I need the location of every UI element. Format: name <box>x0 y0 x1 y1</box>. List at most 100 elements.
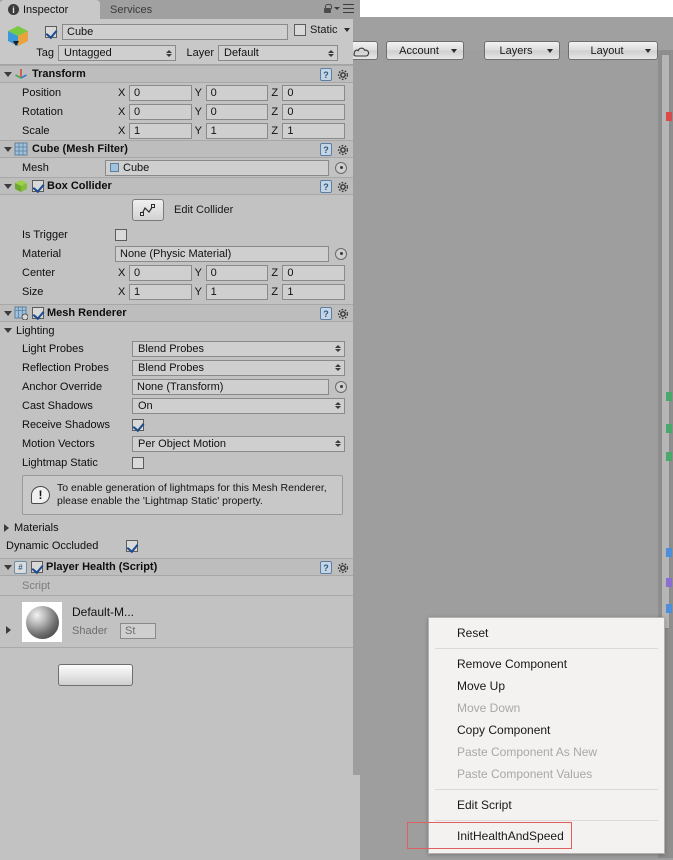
scroll-marker-blue-1 <box>666 548 672 557</box>
account-button[interactable]: Account <box>386 41 464 60</box>
material-preview-row: Default-M... Shader St <box>0 595 353 647</box>
size-x-field[interactable]: 1 <box>129 283 192 300</box>
component-header-box-collider[interactable]: Box Collider ? <box>0 177 353 195</box>
component-header-actions[interactable]: ? <box>320 307 349 320</box>
materials-foldout[interactable]: Materials <box>0 519 353 536</box>
tag-dropdown[interactable]: Untagged <box>58 45 176 61</box>
axis-y-label: Y <box>194 285 203 298</box>
help-icon[interactable]: ? <box>320 68 332 81</box>
lighting-foldout[interactable]: Lighting <box>0 322 353 339</box>
gear-icon[interactable] <box>337 308 349 320</box>
dynamic-occluded-checkbox[interactable] <box>126 539 138 552</box>
rotation-y-field[interactable]: 0 <box>205 103 269 120</box>
box-collider-enabled-checkbox[interactable] <box>32 180 44 192</box>
add-component-button[interactable] <box>58 664 133 686</box>
player-health-enabled-checkbox[interactable] <box>31 561 43 573</box>
physic-material-field[interactable]: None (Physic Material) <box>115 245 329 262</box>
menu-item-move-up[interactable]: Move Up <box>429 675 664 697</box>
layout-button[interactable]: Layout <box>568 41 658 60</box>
scale-z-field[interactable]: 1 <box>282 122 346 139</box>
chevron-down-icon[interactable] <box>343 28 350 32</box>
inspector-scrollbar-thumb[interactable] <box>661 54 670 629</box>
component-header-actions[interactable]: ? <box>320 180 349 193</box>
size-y-field[interactable]: 1 <box>205 283 269 300</box>
object-picker-icon[interactable] <box>335 161 347 174</box>
help-icon[interactable]: ? <box>320 180 332 193</box>
foldout-open-icon[interactable] <box>4 310 12 316</box>
menu-item-edit-script[interactable]: Edit Script <box>429 794 664 816</box>
light-probes-dropdown[interactable]: Blend Probes <box>132 340 345 357</box>
rotation-x-field[interactable]: 0 <box>129 103 192 120</box>
mesh-renderer-enabled-checkbox[interactable] <box>32 307 44 319</box>
foldout-open-icon[interactable] <box>4 71 12 77</box>
position-z-field[interactable]: 0 <box>282 84 346 101</box>
scale-y-value: 1 <box>210 124 217 137</box>
static-toggle[interactable]: Static <box>294 24 350 36</box>
gameobject-enabled-checkbox[interactable] <box>45 26 57 41</box>
component-context-menu[interactable]: Reset Remove Component Move Up Move Down Cop… <box>407 617 665 854</box>
help-icon[interactable]: ? <box>320 561 332 574</box>
shader-dropdown[interactable]: St <box>120 623 156 639</box>
vector3-field: X0Y0Z0 <box>115 84 353 101</box>
gameobject-name-field[interactable]: Cube <box>62 24 288 40</box>
tab-services[interactable]: Services <box>102 0 178 19</box>
axis-z-label: Z <box>271 285 279 298</box>
foldout-open-icon[interactable] <box>4 183 12 189</box>
component-header-actions[interactable]: ? <box>320 143 349 156</box>
receive-shadows-checkbox[interactable] <box>132 418 144 431</box>
center-z-field[interactable]: 0 <box>282 264 346 281</box>
rotation-z-field[interactable]: 0 <box>282 103 346 120</box>
lock-icon[interactable] <box>324 4 332 13</box>
component-title-player-health: Player Health (Script) <box>46 561 158 573</box>
component-header-mesh-renderer[interactable]: Mesh Renderer ? <box>0 304 353 322</box>
layers-button[interactable]: Layers <box>484 41 560 60</box>
edit-collider-button[interactable] <box>132 199 164 221</box>
layer-dropdown[interactable]: Default <box>218 45 338 61</box>
gear-icon[interactable] <box>337 69 349 81</box>
menu-item-copy-component[interactable]: Copy Component <box>429 719 664 741</box>
menu-item-inithealthandspeed[interactable]: InitHealthAndSpeed <box>407 822 664 849</box>
tab-inspector[interactable]: i Inspector <box>0 0 100 19</box>
static-checkbox[interactable] <box>294 24 306 36</box>
component-header-actions[interactable]: ? <box>320 68 349 81</box>
scale-y-field[interactable]: 1 <box>205 122 269 139</box>
center-x-field[interactable]: 0 <box>129 264 192 281</box>
cast-shadows-dropdown[interactable]: On <box>132 397 345 414</box>
help-icon[interactable]: ? <box>320 143 332 156</box>
axis-y-label: Y <box>194 266 203 279</box>
menu-item-remove-component[interactable]: Remove Component <box>429 653 664 675</box>
is-trigger-checkbox[interactable] <box>115 228 127 241</box>
foldout-open-icon[interactable] <box>4 564 12 570</box>
hamburger-menu-icon[interactable] <box>343 4 354 13</box>
mesh-object-field[interactable]: Cube <box>105 159 329 176</box>
foldout-closed-icon[interactable] <box>4 523 9 532</box>
edit-collider-label: Edit Collider <box>174 204 234 216</box>
reflection-probes-dropdown[interactable]: Blend Probes <box>132 359 345 376</box>
motion-vectors-dropdown[interactable]: Per Object Motion <box>132 435 345 452</box>
gear-icon[interactable] <box>337 562 349 574</box>
inspector-panel-options[interactable] <box>324 4 354 13</box>
gear-icon[interactable] <box>337 144 349 156</box>
component-header-player-health[interactable]: # Player Health (Script) ? <box>0 558 353 576</box>
position-y-field[interactable]: 0 <box>205 84 269 101</box>
chevron-down-icon <box>547 48 553 53</box>
center-y-field[interactable]: 0 <box>205 264 269 281</box>
foldout-closed-icon[interactable] <box>6 626 11 634</box>
foldout-open-icon[interactable] <box>4 328 12 333</box>
dynamic-occluded-label: Dynamic Occluded <box>6 539 99 552</box>
gear-icon[interactable] <box>337 181 349 193</box>
menu-item-reset[interactable]: Reset <box>429 622 664 644</box>
anchor-override-field[interactable]: None (Transform) <box>132 378 329 395</box>
object-picker-icon[interactable] <box>335 247 347 260</box>
object-picker-icon[interactable] <box>335 380 347 393</box>
scale-x-field[interactable]: 1 <box>129 122 192 139</box>
foldout-open-icon[interactable] <box>4 146 12 152</box>
component-header-transform[interactable]: Transform ? <box>0 65 353 83</box>
size-z-field[interactable]: 1 <box>282 283 346 300</box>
component-header-mesh-filter[interactable]: Cube (Mesh Filter) ? <box>0 140 353 158</box>
position-x-field[interactable]: 0 <box>129 84 192 101</box>
component-header-actions[interactable]: ? <box>320 561 349 574</box>
lightmap-static-checkbox[interactable] <box>132 456 144 469</box>
help-icon[interactable]: ? <box>320 307 332 320</box>
reflection-probes-row: Reflection Probes Blend Probes <box>0 358 353 377</box>
